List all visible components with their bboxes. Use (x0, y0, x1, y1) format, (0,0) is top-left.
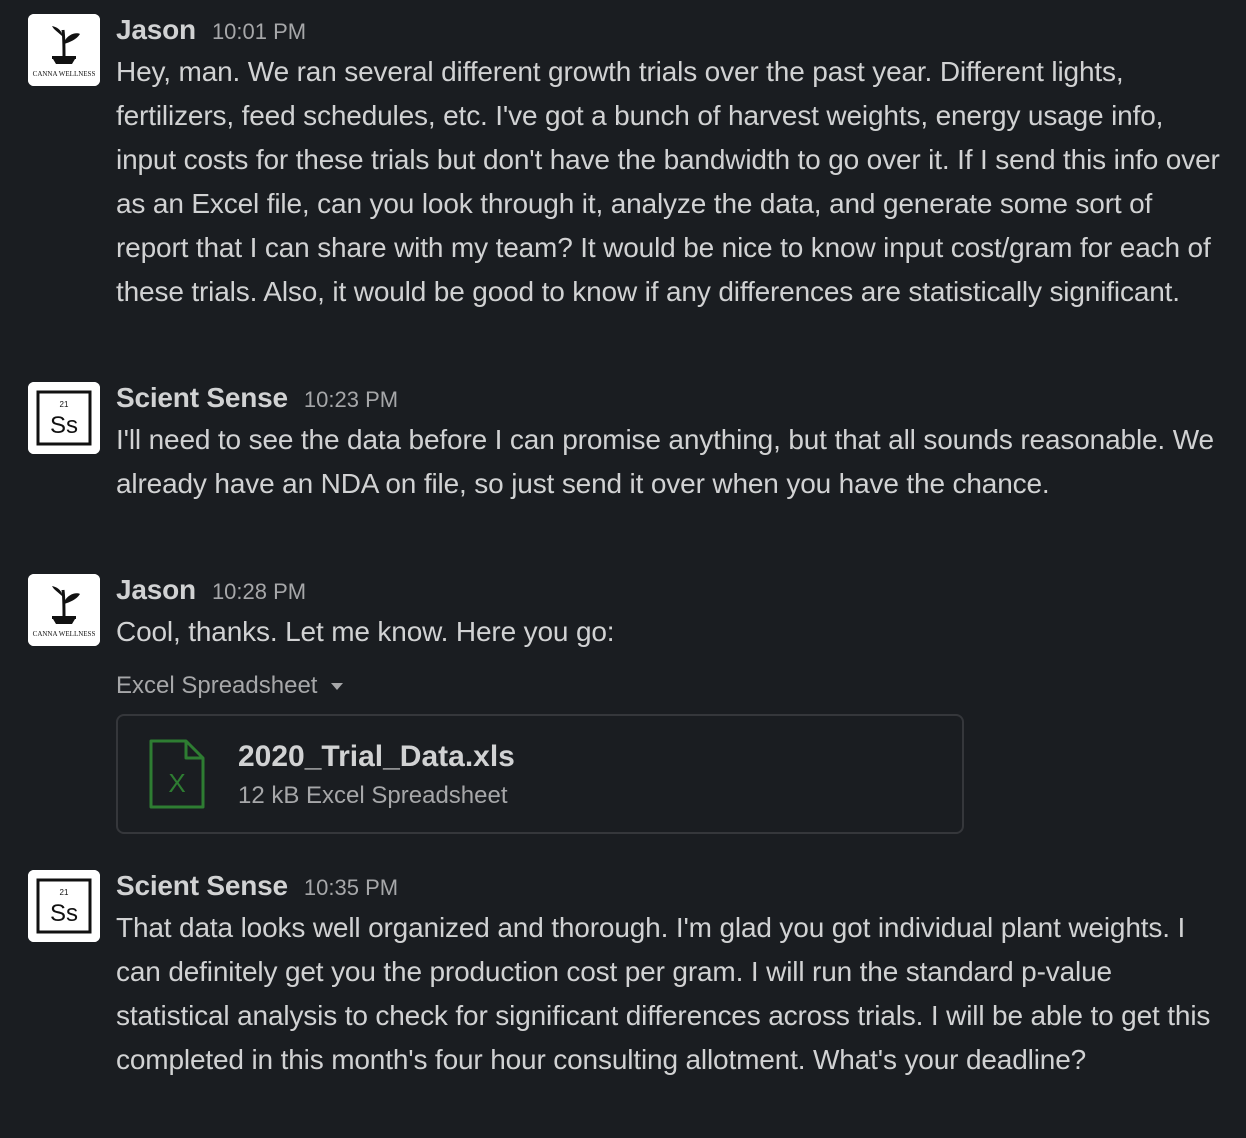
message-text: That data looks well organized and thoro… (116, 912, 1211, 1075)
timestamp[interactable]: 10:01 PM (212, 19, 306, 45)
avatar-symbol: Ss (50, 900, 78, 927)
scient-sense-logo-icon: 21 Ss (28, 870, 100, 942)
avatar[interactable]: CANNA WELLNESS (28, 574, 100, 646)
caret-down-icon (331, 682, 344, 690)
timestamp[interactable]: 10:23 PM (304, 387, 398, 413)
sender-name[interactable]: Jason (116, 574, 196, 606)
attachment-toggle[interactable]: Excel Spreadsheet (116, 672, 1226, 700)
avatar[interactable]: 21 Ss (28, 382, 100, 454)
message-text: I'll need to see the data before I can p… (116, 424, 1214, 499)
message-text: Cool, thanks. Let me know. Here you go: (116, 616, 615, 647)
message-text: Hey, man. We ran several different growt… (116, 56, 1220, 307)
scient-sense-logo-icon: 21 Ss (28, 382, 100, 454)
canna-wellness-logo-icon: CANNA WELLNESS (28, 14, 100, 86)
avatar-text: CANNA WELLNESS (33, 630, 96, 638)
canna-wellness-logo-icon: CANNA WELLNESS (28, 574, 100, 646)
file-name[interactable]: 2020_Trial_Data.xls (238, 740, 515, 774)
sender-name[interactable]: Scient Sense (116, 382, 288, 414)
attachment-toggle-label: Excel Spreadsheet (116, 672, 318, 699)
avatar-text: CANNA WELLNESS (33, 70, 96, 78)
avatar[interactable]: 21 Ss (28, 870, 100, 942)
sender-name[interactable]: Scient Sense (116, 870, 288, 902)
avatar-symbol: Ss (50, 412, 78, 439)
file-meta: 12 kB Excel Spreadsheet (238, 782, 508, 809)
avatar[interactable]: CANNA WELLNESS (28, 14, 100, 86)
file-attachment-card[interactable]: X 2020_Trial_Data.xls 12 kB Excel Spread… (116, 714, 964, 834)
excel-file-icon: X (148, 738, 206, 815)
avatar-number: 21 (60, 400, 69, 409)
timestamp[interactable]: 10:28 PM (212, 579, 306, 605)
timestamp[interactable]: 10:35 PM (304, 875, 398, 901)
svg-text:X: X (168, 768, 185, 798)
sender-name[interactable]: Jason (116, 14, 196, 46)
avatar-number: 21 (60, 888, 69, 897)
